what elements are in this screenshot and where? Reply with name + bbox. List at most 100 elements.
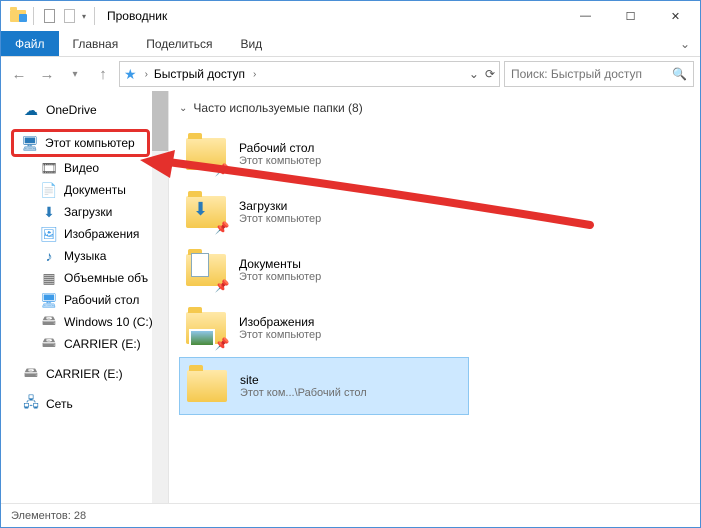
qat-folder-icon[interactable] [60,7,78,25]
downloads-icon: ⬇ [41,204,57,220]
sidebar-scrollbar[interactable] [152,91,168,503]
item-name: site [240,373,367,387]
content-pane: ⌄ Часто используемые папки (8) 📌 Рабочий… [169,91,700,503]
sidebar-item-label: Сеть [46,397,73,411]
sidebar-item-label: Windows 10 (C:) [64,315,153,329]
folder-item-downloads[interactable]: ⬇ 📌 Загрузки Этот компьютер [179,183,469,241]
sidebar-item-3d[interactable]: ▦ Объемные объ [1,267,168,289]
group-title: Часто используемые папки (8) [193,101,362,115]
sidebar-item-label: Объемные объ [64,271,148,285]
titlebar: ▾ Проводник — ☐ ✕ [1,1,700,31]
sidebar-item-thispc[interactable]: 🖥 Этот компьютер [11,129,150,157]
chevron-right-icon[interactable]: › [253,69,256,80]
folder-item-site[interactable]: site Этот ком...\Рабочий стол [179,357,469,415]
sidebar-item-cdrive[interactable]: 🖴 Windows 10 (C:) [1,311,168,333]
item-sub: Этот компьютер [239,329,321,341]
doc-overlay-icon [191,253,209,277]
sidebar-item-label: Рабочий стол [64,293,139,307]
tab-share[interactable]: Поделиться [132,31,226,56]
sidebar-item-label: OneDrive [46,103,97,117]
sidebar-item-documents[interactable]: 📄 Документы [1,179,168,201]
chevron-down-icon: ⌄ [179,103,187,114]
status-count: 28 [74,510,86,522]
item-name: Загрузки [239,199,321,213]
sidebar-item-network[interactable]: 🖧 Сеть [1,393,168,415]
folder-item-pictures[interactable]: 📌 Изображения Этот компьютер [179,299,469,357]
sidebar-item-label: CARRIER (E:) [64,337,141,351]
ribbon-expand-icon[interactable]: ⌄ [670,31,700,56]
network-icon: 🖧 [23,396,39,412]
item-name: Документы [239,257,321,271]
nav-back-button[interactable]: ← [7,62,31,86]
sidebar-item-music[interactable]: ♪ Музыка [1,245,168,267]
search-box[interactable]: 🔍 [504,61,694,87]
folder-item-desktop[interactable]: 📌 Рабочий стол Этот компьютер [179,125,469,183]
sidebar-item-downloads[interactable]: ⬇ Загрузки [1,201,168,223]
picture-overlay-icon [189,329,215,347]
statusbar: Элементов: 28 [1,503,700,527]
refresh-icon[interactable]: ⟳ [485,67,495,81]
tab-view[interactable]: Вид [226,31,276,56]
tab-home[interactable]: Главная [59,31,133,56]
app-icon [9,7,27,25]
sidebar-item-label: Загрузки [64,205,112,219]
sidebar-item-onedrive[interactable]: ☁ OneDrive [1,99,168,121]
address-bar[interactable]: ★ › Быстрый доступ › ⌄ ⟳ [119,61,500,87]
pin-icon: 📌 [215,221,229,235]
item-sub: Этот компьютер [239,213,321,225]
minimize-button[interactable]: — [563,1,608,31]
tab-file[interactable]: Файл [1,31,59,56]
sidebar-item-label: Музыка [64,249,106,263]
pin-icon: 📌 [215,163,229,177]
pin-icon: 📌 [215,337,229,351]
search-input[interactable] [511,67,666,81]
item-sub: Этот ком...\Рабочий стол [240,387,367,399]
nav-forward-button[interactable]: → [35,62,59,86]
status-label: Элементов: [11,510,71,522]
nav-history-dropdown[interactable]: ▾ [63,62,87,86]
documents-icon: 📄 [41,182,57,198]
folder-item-documents[interactable]: 📌 Документы Этот компьютер [179,241,469,299]
drive-icon: 🖴 [41,314,57,330]
window-title: Проводник [107,9,167,23]
sidebar-item-label: Документы [64,183,126,197]
quickaccess-icon: ★ [124,66,137,83]
sidebar-item-label: CARRIER (E:) [46,367,123,381]
sidebar-item-edrive[interactable]: 🖴 CARRIER (E:) [1,333,168,355]
item-sub: Этот компьютер [239,271,321,283]
sidebar-item-edrive2[interactable]: 🖴 CARRIER (E:) [1,363,168,385]
drive-icon: 🖴 [41,336,57,352]
pin-icon: 📌 [215,279,229,293]
ribbon-tabs: Файл Главная Поделиться Вид ⌄ [1,31,700,57]
navbar: ← → ▾ ↑ ★ › Быстрый доступ › ⌄ ⟳ 🔍 [1,57,700,91]
item-name: Изображения [239,315,321,329]
maximize-button[interactable]: ☐ [608,1,653,31]
sidebar-item-pictures[interactable]: 🖼 Изображения [1,223,168,245]
video-icon: 🎞 [41,160,57,176]
music-icon: ♪ [41,248,57,264]
sidebar-item-desktop[interactable]: 🖥 Рабочий стол [1,289,168,311]
drive-icon: 🖴 [23,366,39,382]
qat-dropdown[interactable]: ▾ [80,12,88,20]
item-name: Рабочий стол [239,141,321,155]
sidebar-item-label: Видео [64,161,99,175]
group-header[interactable]: ⌄ Часто используемые папки (8) [179,101,700,115]
qat-doc-icon[interactable] [40,7,58,25]
chevron-right-icon[interactable]: › [145,69,148,80]
nav-up-button[interactable]: ↑ [91,62,115,86]
item-sub: Этот компьютер [239,155,321,167]
search-icon: 🔍 [672,67,687,81]
sidebar: ☁ OneDrive 🖥 Этот компьютер 🎞 Видео 📄 До… [1,91,169,503]
explorer-window: ▾ Проводник — ☐ ✕ Файл Главная Поделитьс… [0,0,701,528]
onedrive-icon: ☁ [23,102,39,118]
sidebar-item-label: Этот компьютер [45,136,135,150]
pictures-icon: 🖼 [41,226,57,242]
close-button[interactable]: ✕ [653,1,698,31]
desktop-icon: 🖥 [41,292,57,308]
address-text[interactable]: Быстрый доступ [154,67,245,81]
3d-icon: ▦ [41,270,57,286]
address-dropdown-icon[interactable]: ⌄ [469,67,479,81]
download-arrow-icon: ⬇ [193,199,208,220]
sidebar-item-video[interactable]: 🎞 Видео [1,157,168,179]
pc-icon: 🖥 [22,135,38,151]
